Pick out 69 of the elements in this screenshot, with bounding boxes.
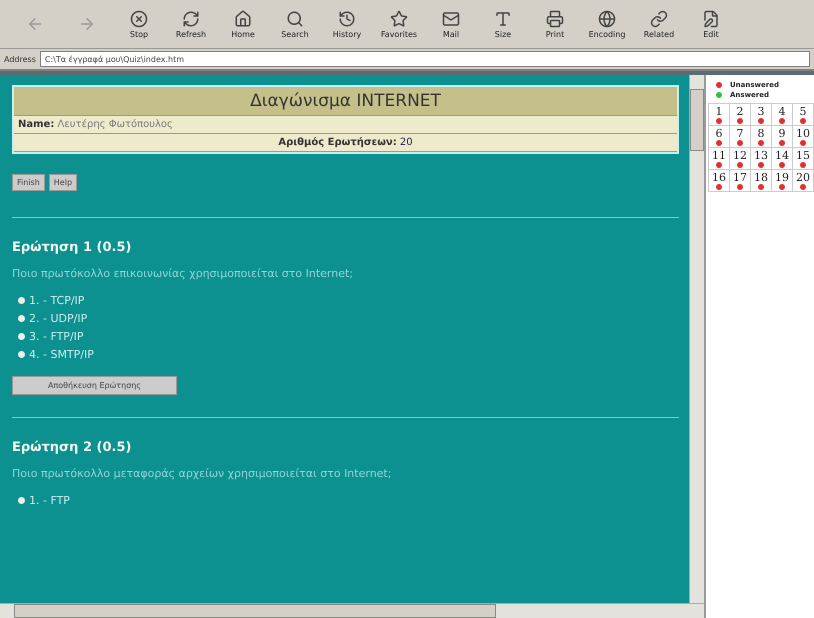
question-cell[interactable]: 12	[730, 148, 750, 169]
globe-icon	[598, 10, 616, 28]
question-cell[interactable]: 4	[772, 104, 792, 125]
toolbar-button[interactable]: Home	[218, 2, 268, 46]
save-question-button[interactable]: Αποθήκευση Ερώτησης	[12, 376, 177, 395]
question-cell[interactable]: 8	[751, 126, 771, 147]
toolbar-button[interactable]: Stop	[114, 2, 164, 46]
question-text: Ποιο πρωτόκολλο μεταφοράς αρχείων χρησιμοποιείται στο Internet;	[12, 467, 392, 480]
student-name: Name: Λευτέρης Φωτόπουλος	[18, 119, 173, 130]
refresh-icon	[182, 10, 200, 28]
stop-icon	[130, 10, 148, 28]
question-cell[interactable]: 20	[793, 170, 813, 191]
mail-icon	[442, 10, 460, 28]
toolbar-button[interactable]: History	[322, 2, 372, 46]
radio-button[interactable]	[18, 351, 25, 358]
question-cell[interactable]: 2	[730, 104, 750, 125]
radio-button[interactable]	[18, 315, 25, 322]
question-cell[interactable]: 1	[709, 104, 729, 125]
home-icon	[234, 10, 252, 28]
address-field[interactable]: C:\Τα έγγραφά μου\Quiz\index.htm	[40, 51, 810, 67]
toolbar-button[interactable]: Mail	[426, 2, 476, 46]
font-size-icon	[494, 10, 512, 28]
radio-button[interactable]	[18, 333, 25, 340]
link-icon	[650, 10, 668, 28]
question-cell[interactable]: 3	[751, 104, 771, 125]
question-cell[interactable]: 6	[709, 126, 729, 147]
horizontal-scrollbar[interactable]	[0, 603, 704, 618]
clock-icon	[338, 10, 356, 28]
toolbar-button[interactable]: Favorites	[374, 2, 424, 46]
action-button[interactable]: Help	[48, 174, 78, 191]
option-label: 2. - UDP/IP	[29, 312, 88, 325]
question-cell[interactable]: 14	[772, 148, 792, 169]
question-count: Αριθμός Ερωτήσεων: 20	[278, 137, 413, 148]
question-cell[interactable]: 7	[730, 126, 750, 147]
question-cell[interactable]: 5	[793, 104, 813, 125]
question-text: Ποιο πρωτόκολλο επικοινωνίας χρησιμοποιείται στο Internet;	[12, 267, 354, 280]
question-cell[interactable]: 16	[709, 170, 729, 191]
forward-arrow-icon	[78, 15, 96, 33]
question-cell[interactable]: 18	[751, 170, 771, 191]
toolbar-button[interactable]: Related	[634, 2, 684, 46]
question-cell[interactable]: 13	[751, 148, 771, 169]
question-cell[interactable]: 15	[793, 148, 813, 169]
toolbar-button[interactable]: Edit	[686, 2, 736, 46]
option-label: 1. - FTP	[29, 494, 70, 507]
radio-button[interactable]	[18, 297, 25, 304]
star-icon	[390, 10, 408, 28]
question-cell[interactable]: 9	[772, 126, 792, 147]
toolbar-button[interactable]: Search	[270, 2, 320, 46]
question-cell[interactable]: 10	[793, 126, 813, 147]
toolbar-button[interactable]: Print	[530, 2, 580, 46]
toolbar-button[interactable]: Refresh	[166, 2, 216, 46]
toolbar-button[interactable]: Encoding	[582, 2, 632, 46]
printer-icon	[546, 10, 564, 28]
quiz-title: Διαγώνισμα INTERNET	[14, 87, 677, 116]
question-title: Ερώτηση 1 (0.5)	[12, 240, 132, 255]
radio-button[interactable]	[18, 497, 25, 504]
question-cell[interactable]: 19	[772, 170, 792, 191]
question-title: Ερώτηση 2 (0.5)	[12, 440, 132, 455]
option-label: 3. - FTP/IP	[29, 330, 84, 343]
option-label: 4. - SMTP/IP	[29, 348, 94, 361]
action-button[interactable]: Finish	[12, 174, 45, 191]
toolbar-button[interactable]: Size	[478, 2, 528, 46]
question-cell[interactable]: 11	[709, 148, 729, 169]
question-cell[interactable]: 17	[730, 170, 750, 191]
address-label: Address	[4, 54, 36, 64]
option-label: 1. - TCP/IP	[29, 294, 84, 307]
edit-icon	[702, 10, 720, 28]
vertical-scrollbar[interactable]	[689, 75, 704, 603]
search-icon	[286, 10, 304, 28]
